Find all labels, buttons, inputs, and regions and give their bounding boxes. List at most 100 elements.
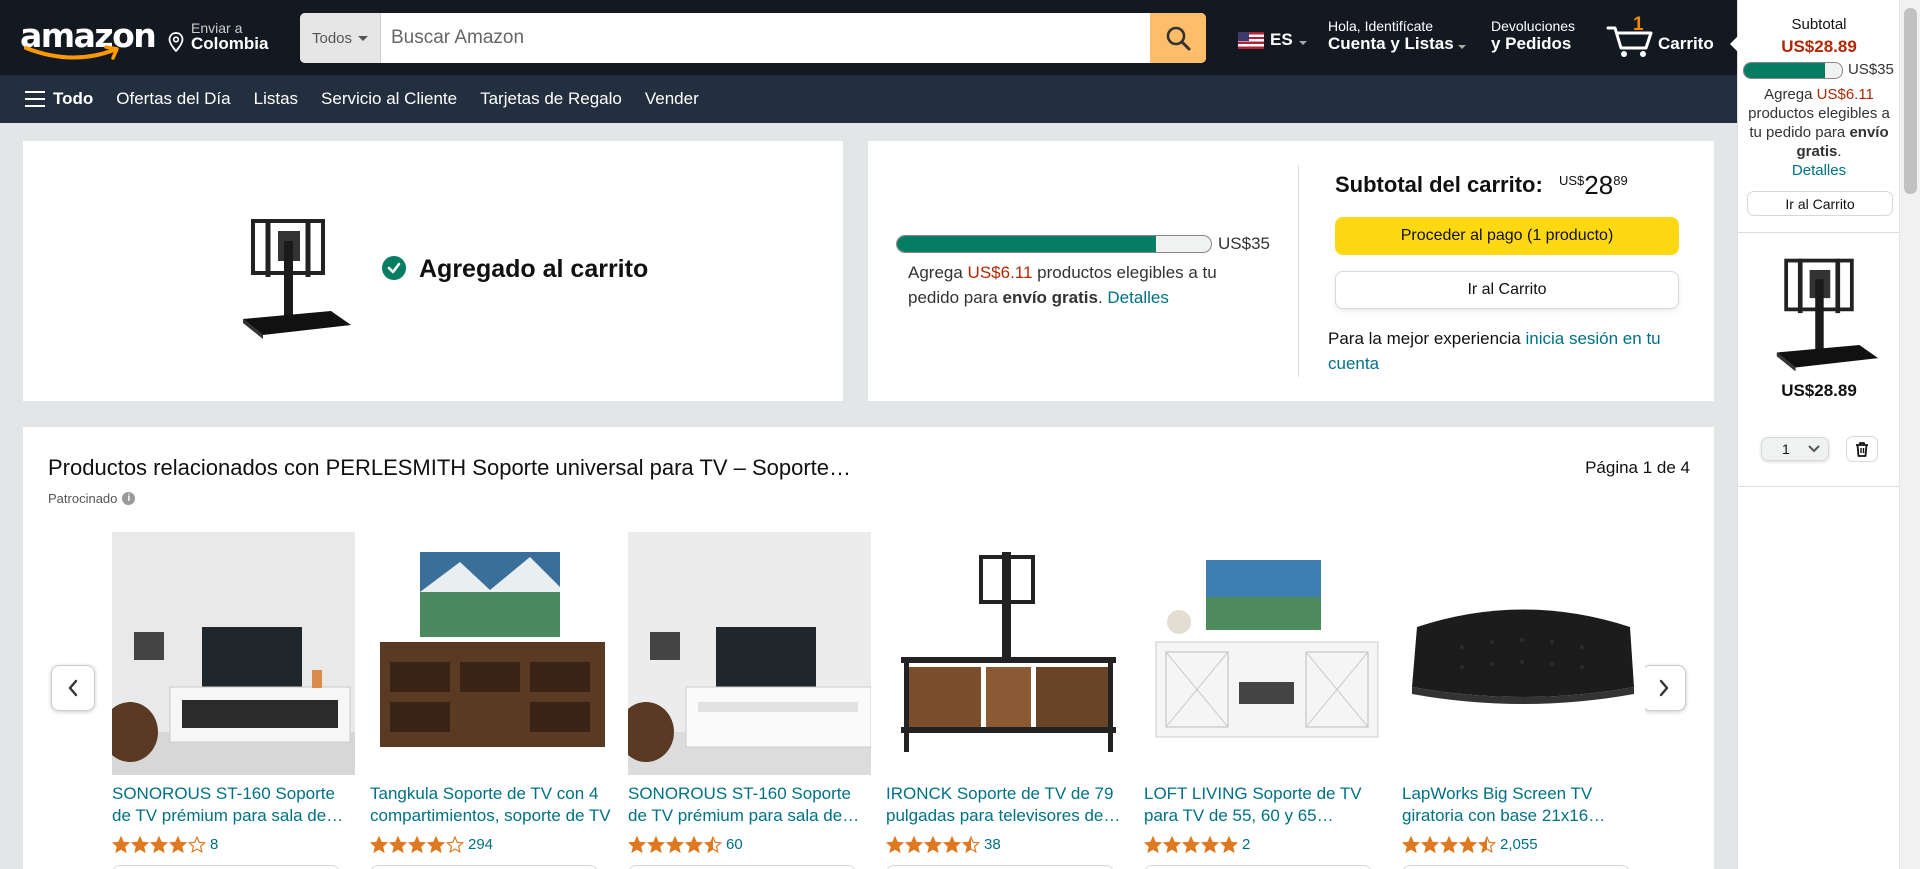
chevron-right-icon [1659, 679, 1669, 697]
divider [1738, 232, 1900, 233]
add-to-cart-button[interactable] [1402, 865, 1630, 869]
price-currency: US$ [1559, 173, 1585, 188]
chevron-down-icon [1457, 45, 1466, 49]
account-lists[interactable]: Hola, Identifícate Cuenta y Listas [1328, 18, 1466, 54]
flyout-pointer [1730, 36, 1738, 52]
product-image[interactable] [1144, 532, 1387, 775]
free-shipping-progress-bar [896, 235, 1212, 253]
black-swivel-base [1402, 532, 1645, 775]
details-link[interactable]: Detalles [1792, 162, 1846, 179]
page-scrollbar[interactable] [1899, 0, 1920, 869]
star-half-icon [704, 836, 722, 853]
returns-orders[interactable]: Devoluciones y Pedidos [1491, 18, 1575, 54]
product-title[interactable]: Tangkula Soporte de TV con 4 compartimie… [370, 783, 613, 827]
deliver-country: Colombia [191, 34, 269, 53]
language-selector[interactable]: ES [1238, 30, 1307, 50]
add-to-cart-button[interactable] [370, 865, 598, 869]
star-full-icon [1459, 836, 1477, 853]
product-card[interactable]: SONOROUS ST-160 Soporte de TV prémium pa… [112, 532, 355, 869]
star-full-icon [628, 836, 646, 853]
carousel-prev-button[interactable] [51, 665, 95, 711]
search-bar: Todos [300, 13, 1206, 63]
star-rating[interactable] [370, 836, 464, 853]
star-rating[interactable] [1144, 836, 1238, 853]
agrega-prefix: Agrega [908, 263, 968, 282]
search-input[interactable] [381, 13, 1150, 63]
star-full-icon [1220, 836, 1238, 853]
star-rating[interactable] [886, 836, 980, 853]
flyout-progress-bar [1743, 62, 1843, 79]
search-icon [1166, 26, 1191, 51]
product-card[interactable]: IRONCK Soporte de TV de 79 pulgadas para… [886, 532, 1129, 869]
star-full-icon [905, 836, 923, 853]
add-to-cart-button[interactable] [886, 865, 1114, 869]
progress-fill [1744, 63, 1825, 78]
hamburger-icon [25, 91, 45, 107]
rustic-mount-tv-stand [886, 532, 1129, 775]
product-title[interactable]: LOFT LIVING Soporte de TV para TV de 55,… [1144, 783, 1387, 827]
added-product-image[interactable] [223, 201, 353, 346]
product-image[interactable] [112, 532, 355, 775]
subtotal-price: US$2889 [1559, 170, 1628, 201]
star-full-icon [1144, 836, 1162, 853]
search-category-dropdown[interactable]: Todos [300, 13, 381, 63]
review-count[interactable]: 8 [210, 836, 218, 853]
product-card[interactable]: LOFT LIVING Soporte de TV para TV de 55,… [1144, 532, 1387, 869]
product-card[interactable]: Tangkula Soporte de TV con 4 compartimie… [370, 532, 613, 869]
checkout-button[interactable]: Proceder al pago (1 producto) [1335, 217, 1679, 255]
amazon-logo[interactable]: amazon [20, 14, 157, 62]
review-count[interactable]: 60 [726, 836, 743, 853]
nav-link-customer-service[interactable]: Servicio al Cliente [321, 89, 457, 109]
flyout-threshold: US$35 [1848, 61, 1894, 78]
nav-link-sell[interactable]: Vender [645, 89, 699, 109]
flyout-product-image[interactable] [1758, 240, 1880, 380]
divider [1298, 165, 1299, 377]
product-title[interactable]: IRONCK Soporte de TV de 79 pulgadas para… [886, 783, 1129, 827]
review-count[interactable]: 2 [1242, 836, 1250, 853]
nav-link-gift-cards[interactable]: Tarjetas de Regalo [480, 89, 622, 109]
product-image[interactable] [1402, 532, 1645, 775]
all-menu-button[interactable]: Todo [25, 89, 93, 109]
delete-item-button[interactable] [1846, 436, 1878, 462]
free-shipping-message: Agrega US$6.11 productos elegibles a tu … [908, 260, 1238, 310]
product-title[interactable]: SONOROUS ST-160 Soporte de TV prémium pa… [112, 783, 355, 827]
product-card[interactable]: LapWorks Big Screen TV giratoria con bas… [1402, 532, 1645, 869]
go-to-cart-button[interactable]: Ir al Carrito [1335, 271, 1679, 309]
star-full-icon [943, 836, 961, 853]
scrollbar-thumb[interactable] [1904, 8, 1917, 194]
cart-icon [1606, 26, 1653, 57]
review-count[interactable]: 294 [468, 836, 493, 853]
flyout-item-price: US$28.89 [1781, 381, 1857, 400]
cart-button[interactable]: 1 Carrito [1606, 14, 1716, 60]
star-full-icon [1402, 836, 1420, 853]
review-count[interactable]: 2,055 [1500, 836, 1538, 853]
add-to-cart-button[interactable] [628, 865, 856, 869]
star-rating[interactable] [112, 836, 206, 853]
secondary-navbar: Todo Ofertas del Día Listas Servicio al … [0, 75, 1737, 123]
product-image[interactable] [886, 532, 1129, 775]
product-image[interactable] [628, 532, 871, 775]
flyout-free-shipping-message: Agrega US$6.11 productos elegibles a tu … [1746, 85, 1892, 180]
product-title[interactable]: SONOROUS ST-160 Soporte de TV prémium pa… [628, 783, 871, 827]
info-icon[interactable]: i [122, 492, 136, 505]
star-rating[interactable] [1402, 836, 1496, 853]
returns-label: Devoluciones [1491, 18, 1576, 34]
product-image[interactable] [370, 532, 613, 775]
star-full-icon [370, 836, 388, 853]
flyout-go-to-cart-button[interactable]: Ir al Carrito [1747, 191, 1893, 216]
product-card[interactable]: SONOROUS ST-160 Soporte de TV prémium pa… [628, 532, 871, 869]
chevron-down-icon [1298, 41, 1307, 45]
quantity-dropdown[interactable]: 1 [1761, 437, 1829, 461]
star-full-icon [131, 836, 149, 853]
carousel-next-button[interactable] [1642, 665, 1686, 711]
review-count[interactable]: 38 [984, 836, 1001, 853]
price-whole: 28 [1584, 170, 1614, 200]
nav-link-lists[interactable]: Listas [254, 89, 298, 109]
search-button[interactable] [1150, 13, 1206, 63]
nav-link-deals[interactable]: Ofertas del Día [116, 89, 230, 109]
add-to-cart-button[interactable] [1144, 865, 1372, 869]
details-link[interactable]: Detalles [1107, 288, 1168, 307]
star-rating[interactable] [628, 836, 722, 853]
add-to-cart-button[interactable] [112, 865, 340, 869]
product-title[interactable]: LapWorks Big Screen TV giratoria con bas… [1402, 783, 1645, 827]
